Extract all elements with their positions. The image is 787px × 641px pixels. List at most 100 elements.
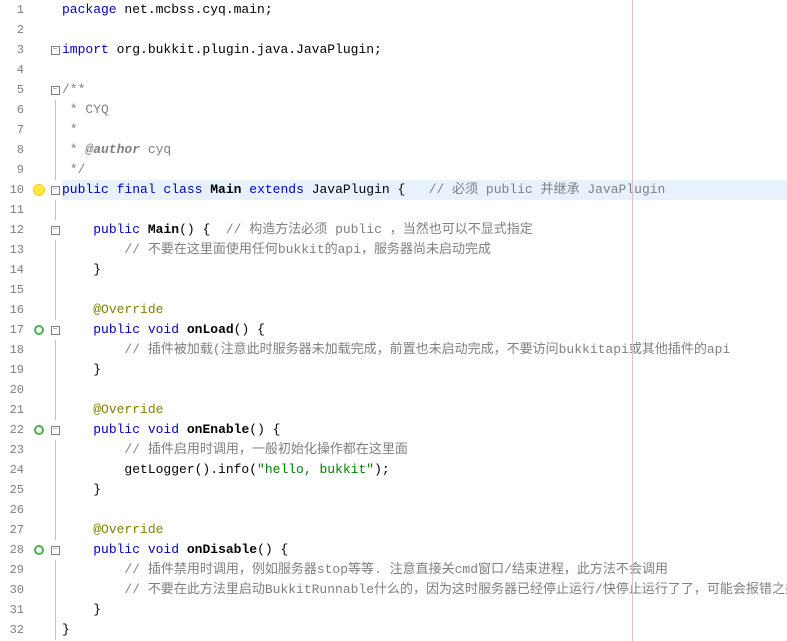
marker-empty [30, 620, 48, 640]
code-line[interactable] [62, 60, 787, 80]
code-line[interactable]: @Override [62, 300, 787, 320]
line-number: 18 [0, 340, 24, 360]
lightbulb-icon[interactable] [30, 180, 48, 200]
marker-empty [30, 280, 48, 300]
line-number: 6 [0, 100, 24, 120]
fold-guide-line [48, 340, 62, 360]
code-line[interactable]: getLogger().info("hello, bukkit"); [62, 460, 787, 480]
line-number: 21 [0, 400, 24, 420]
line-number: 13 [0, 240, 24, 260]
fold-empty [48, 20, 62, 40]
line-number: 25 [0, 480, 24, 500]
marker-empty [30, 0, 48, 20]
marker-empty [30, 140, 48, 160]
code-line[interactable]: /** [62, 80, 787, 100]
fold-toggle-icon[interactable]: − [48, 180, 62, 200]
fold-toggle-icon[interactable]: − [48, 540, 62, 560]
marker-empty [30, 240, 48, 260]
line-number: 14 [0, 260, 24, 280]
fold-guide-line [48, 260, 62, 280]
code-line[interactable]: } [62, 260, 787, 280]
fold-guide-line [48, 560, 62, 580]
code-line[interactable] [62, 280, 787, 300]
marker-empty [30, 400, 48, 420]
line-number: 22 [0, 420, 24, 440]
line-number: 3 [0, 40, 24, 60]
override-gutter-icon[interactable] [30, 420, 48, 440]
code-line[interactable]: package net.mcbss.cyq.main; [62, 0, 787, 20]
fold-toggle-icon[interactable]: − [48, 40, 62, 60]
fold-toggle-icon[interactable]: − [48, 420, 62, 440]
code-line[interactable]: public void onLoad() { [62, 320, 787, 340]
code-line[interactable]: public void onDisable() { [62, 540, 787, 560]
fold-toggle-icon[interactable]: − [48, 320, 62, 340]
code-line[interactable] [62, 20, 787, 40]
line-number: 20 [0, 380, 24, 400]
code-line[interactable]: */ [62, 160, 787, 180]
fold-guide-line [48, 520, 62, 540]
fold-toggle-icon[interactable]: − [48, 80, 62, 100]
marker-empty [30, 600, 48, 620]
line-number: 28 [0, 540, 24, 560]
code-line[interactable]: @Override [62, 520, 787, 540]
fold-empty [48, 0, 62, 20]
code-area[interactable]: package net.mcbss.cyq.main; import org.bu… [62, 0, 787, 641]
line-number: 27 [0, 520, 24, 540]
line-number: 16 [0, 300, 24, 320]
marker-empty [30, 500, 48, 520]
marker-empty [30, 520, 48, 540]
marker-empty [30, 360, 48, 380]
fold-guide-line [48, 120, 62, 140]
marker-empty [30, 440, 48, 460]
fold-guide-line [48, 200, 62, 220]
fold-guide-line [48, 140, 62, 160]
fold-guide-line [48, 460, 62, 480]
line-number: 19 [0, 360, 24, 380]
code-line[interactable]: } [62, 360, 787, 380]
code-line[interactable] [62, 200, 787, 220]
code-line[interactable]: } [62, 480, 787, 500]
fold-guide-line [48, 620, 62, 640]
line-number: 8 [0, 140, 24, 160]
fold-guide-line [48, 240, 62, 260]
code-line[interactable]: @Override [62, 400, 787, 420]
code-line[interactable]: // 插件启用时调用，一般初始化操作都在这里面 [62, 440, 787, 460]
line-number: 2 [0, 20, 24, 40]
marker-empty [30, 80, 48, 100]
code-line[interactable]: public void onEnable() { [62, 420, 787, 440]
code-line[interactable]: // 不要在此方法里启动BukkitRunnable什么的，因为这时服务器已经停… [62, 580, 787, 600]
code-line[interactable]: // 插件被加载(注意此时服务器未加载完成，前置也未启动完成，不要访问bukki… [62, 340, 787, 360]
code-line[interactable] [62, 500, 787, 520]
fold-guide-line [48, 380, 62, 400]
fold-empty [48, 60, 62, 80]
marker-empty [30, 260, 48, 280]
fold-toggle-icon[interactable]: − [48, 220, 62, 240]
code-line[interactable]: public final class Main extends JavaPlug… [62, 180, 787, 200]
fold-column: − − − − − − − [48, 0, 62, 641]
fold-guide-line [48, 600, 62, 620]
code-line[interactable]: } [62, 600, 787, 620]
fold-guide-line [48, 280, 62, 300]
line-number: 30 [0, 580, 24, 600]
code-line[interactable]: * CYQ [62, 100, 787, 120]
code-line[interactable]: // 插件禁用时调用，例如服务器stop等等. 注意直接关cmd窗口/结束进程，… [62, 560, 787, 580]
code-line[interactable]: import org.bukkit.plugin.java.JavaPlugin… [62, 40, 787, 60]
marker-empty [30, 100, 48, 120]
code-line[interactable]: * [62, 120, 787, 140]
code-line[interactable]: } [62, 620, 787, 640]
marker-empty [30, 380, 48, 400]
line-number: 11 [0, 200, 24, 220]
marker-empty [30, 340, 48, 360]
code-line[interactable]: // 不要在这里面使用任何bukkit的api，服务器尚未启动完成 [62, 240, 787, 260]
line-number: 23 [0, 440, 24, 460]
code-line[interactable] [62, 380, 787, 400]
code-line[interactable]: * @author cyq [62, 140, 787, 160]
marker-empty [30, 560, 48, 580]
override-gutter-icon[interactable] [30, 320, 48, 340]
line-number: 32 [0, 620, 24, 640]
code-line[interactable]: public Main() { // 构造方法必须 public ，当然也可以不… [62, 220, 787, 240]
override-gutter-icon[interactable] [30, 540, 48, 560]
marker-empty [30, 60, 48, 80]
line-number: 7 [0, 120, 24, 140]
fold-guide-line [48, 300, 62, 320]
